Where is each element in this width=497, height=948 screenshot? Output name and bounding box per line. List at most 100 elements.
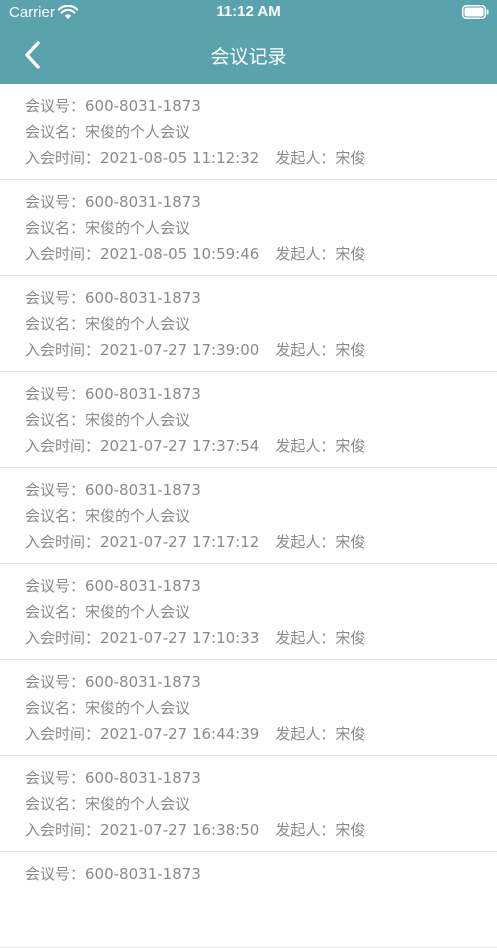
- meeting-record[interactable]: 会议号：600-8031-1873 会议名：宋俊的个人会议 入会时间：2021-…: [0, 84, 497, 180]
- meeting-name-line: 会议名：宋俊的个人会议: [25, 601, 190, 622]
- join-time-line: 入会时间：2021-08-05 10:59:46 发起人：宋俊: [25, 243, 365, 264]
- meeting-name-line: 会议名：宋俊的个人会议: [25, 217, 190, 238]
- meeting-number-value: 600-8031-1873: [85, 385, 201, 403]
- meeting-number-value: 600-8031-1873: [85, 289, 201, 307]
- nav-bar: 会议记录: [0, 26, 497, 84]
- meeting-record[interactable]: 会议号：600-8031-1873 会议名：宋俊的个人会议 入会时间：2021-…: [0, 276, 497, 372]
- meeting-name-label: 会议名：: [25, 315, 86, 333]
- meeting-name-label: 会议名：: [25, 795, 86, 813]
- meeting-record[interactable]: 会议号：600-8031-1873 会议名：宋俊的个人会议 入会时间：2021-…: [0, 756, 497, 852]
- meeting-name-line: 会议名：宋俊的个人会议: [25, 313, 190, 334]
- join-time-label: 入会时间：: [25, 629, 101, 647]
- meeting-name-line: 会议名：宋俊的个人会议: [25, 793, 190, 814]
- join-time-value: 2021-08-05 11:12:32: [100, 149, 260, 167]
- join-time-line: 入会时间：2021-07-27 16:38:50 发起人：宋俊: [25, 819, 365, 840]
- meeting-record[interactable]: 会议号：600-8031-1873 会议名：宋俊的个人会议 入会时间：2021-…: [0, 468, 497, 564]
- meeting-number-line: 会议号：600-8031-1873: [25, 767, 201, 788]
- initiator-label: 发起人：: [275, 437, 336, 455]
- meeting-number-line: 会议号：600-8031-1873: [25, 383, 201, 404]
- meeting-record[interactable]: 会议号：600-8031-1873: [0, 852, 497, 948]
- meeting-number-line: 会议号：600-8031-1873: [25, 191, 201, 212]
- join-time-label: 入会时间：: [25, 149, 101, 167]
- meeting-record[interactable]: 会议号：600-8031-1873 会议名：宋俊的个人会议 入会时间：2021-…: [0, 180, 497, 276]
- meeting-name-label: 会议名：: [25, 699, 86, 717]
- meeting-number-label: 会议号：: [25, 865, 86, 883]
- meeting-name-value: 宋俊的个人会议: [85, 219, 191, 237]
- meeting-number-line: 会议号：600-8031-1873: [25, 863, 201, 884]
- initiator-label: 发起人：: [275, 149, 336, 167]
- header: Carrier 11:12 AM 会议记录: [0, 0, 497, 84]
- initiator-value: 宋俊: [335, 629, 366, 647]
- initiator-value: 宋俊: [335, 245, 366, 263]
- meeting-number-line: 会议号：600-8031-1873: [25, 95, 201, 116]
- initiator-value: 宋俊: [335, 533, 366, 551]
- meeting-record-list[interactable]: 会议号：600-8031-1873 会议名：宋俊的个人会议 入会时间：2021-…: [0, 84, 497, 948]
- meeting-name-label: 会议名：: [25, 123, 86, 141]
- join-time-label: 入会时间：: [25, 821, 101, 839]
- meeting-number-label: 会议号：: [25, 193, 86, 211]
- join-time-value: 2021-07-27 17:10:33: [100, 629, 260, 647]
- meeting-number-value: 600-8031-1873: [85, 577, 201, 595]
- status-bar: Carrier 11:12 AM: [0, 0, 497, 26]
- status-time: 11:12 AM: [216, 3, 281, 20]
- initiator-label: 发起人：: [275, 533, 336, 551]
- join-time-label: 入会时间：: [25, 437, 101, 455]
- initiator-label: 发起人：: [275, 725, 336, 743]
- join-time-line: 入会时间：2021-07-27 16:44:39 发起人：宋俊: [25, 723, 365, 744]
- join-time-line: 入会时间：2021-07-27 17:39:00 发起人：宋俊: [25, 339, 365, 360]
- join-time-label: 入会时间：: [25, 245, 101, 263]
- initiator-label: 发起人：: [275, 245, 336, 263]
- meeting-name-label: 会议名：: [25, 507, 86, 525]
- battery-icon: [462, 5, 489, 19]
- meeting-number-line: 会议号：600-8031-1873: [25, 575, 201, 596]
- meeting-name-line: 会议名：宋俊的个人会议: [25, 505, 190, 526]
- join-time-value: 2021-07-27 16:38:50: [100, 821, 260, 839]
- meeting-name-label: 会议名：: [25, 411, 86, 429]
- initiator-value: 宋俊: [335, 821, 366, 839]
- chevron-left-icon: [25, 41, 40, 69]
- meeting-name-value: 宋俊的个人会议: [85, 411, 191, 429]
- initiator-value: 宋俊: [335, 149, 366, 167]
- join-time-value: 2021-07-27 17:37:54: [100, 437, 260, 455]
- meeting-record[interactable]: 会议号：600-8031-1873 会议名：宋俊的个人会议 入会时间：2021-…: [0, 660, 497, 756]
- meeting-number-label: 会议号：: [25, 97, 86, 115]
- meeting-number-value: 600-8031-1873: [85, 481, 201, 499]
- meeting-name-value: 宋俊的个人会议: [85, 123, 191, 141]
- join-time-label: 入会时间：: [25, 725, 101, 743]
- meeting-number-value: 600-8031-1873: [85, 769, 201, 787]
- meeting-number-value: 600-8031-1873: [85, 193, 201, 211]
- meeting-name-value: 宋俊的个人会议: [85, 699, 191, 717]
- meeting-number-label: 会议号：: [25, 289, 86, 307]
- meeting-name-label: 会议名：: [25, 603, 86, 621]
- meeting-number-label: 会议号：: [25, 673, 86, 691]
- meeting-record[interactable]: 会议号：600-8031-1873 会议名：宋俊的个人会议 入会时间：2021-…: [0, 372, 497, 468]
- meeting-name-value: 宋俊的个人会议: [85, 795, 191, 813]
- initiator-label: 发起人：: [275, 629, 336, 647]
- initiator-value: 宋俊: [335, 437, 366, 455]
- initiator-label: 发起人：: [275, 341, 336, 359]
- meeting-name-line: 会议名：宋俊的个人会议: [25, 697, 190, 718]
- page-title: 会议记录: [210, 46, 287, 68]
- join-time-label: 入会时间：: [25, 341, 101, 359]
- meeting-number-label: 会议号：: [25, 481, 86, 499]
- join-time-line: 入会时间：2021-07-27 17:10:33 发起人：宋俊: [25, 627, 365, 648]
- join-time-line: 入会时间：2021-08-05 11:12:32 发起人：宋俊: [25, 147, 365, 168]
- join-time-value: 2021-07-27 17:39:00: [100, 341, 260, 359]
- meeting-name-line: 会议名：宋俊的个人会议: [25, 121, 190, 142]
- meeting-record[interactable]: 会议号：600-8031-1873 会议名：宋俊的个人会议 入会时间：2021-…: [0, 564, 497, 660]
- back-button[interactable]: [16, 38, 52, 72]
- meeting-number-line: 会议号：600-8031-1873: [25, 287, 201, 308]
- meeting-number-label: 会议号：: [25, 769, 86, 787]
- initiator-value: 宋俊: [335, 341, 366, 359]
- join-time-line: 入会时间：2021-07-27 17:37:54 发起人：宋俊: [25, 435, 365, 456]
- initiator-value: 宋俊: [335, 725, 366, 743]
- meeting-name-value: 宋俊的个人会议: [85, 315, 191, 333]
- meeting-number-label: 会议号：: [25, 385, 86, 403]
- initiator-label: 发起人：: [275, 821, 336, 839]
- meeting-number-line: 会议号：600-8031-1873: [25, 671, 201, 692]
- meeting-number-value: 600-8031-1873: [85, 865, 201, 883]
- meeting-name-line: 会议名：宋俊的个人会议: [25, 409, 190, 430]
- join-time-value: 2021-07-27 16:44:39: [100, 725, 260, 743]
- join-time-value: 2021-07-27 17:17:12: [100, 533, 260, 551]
- meeting-name-value: 宋俊的个人会议: [85, 603, 191, 621]
